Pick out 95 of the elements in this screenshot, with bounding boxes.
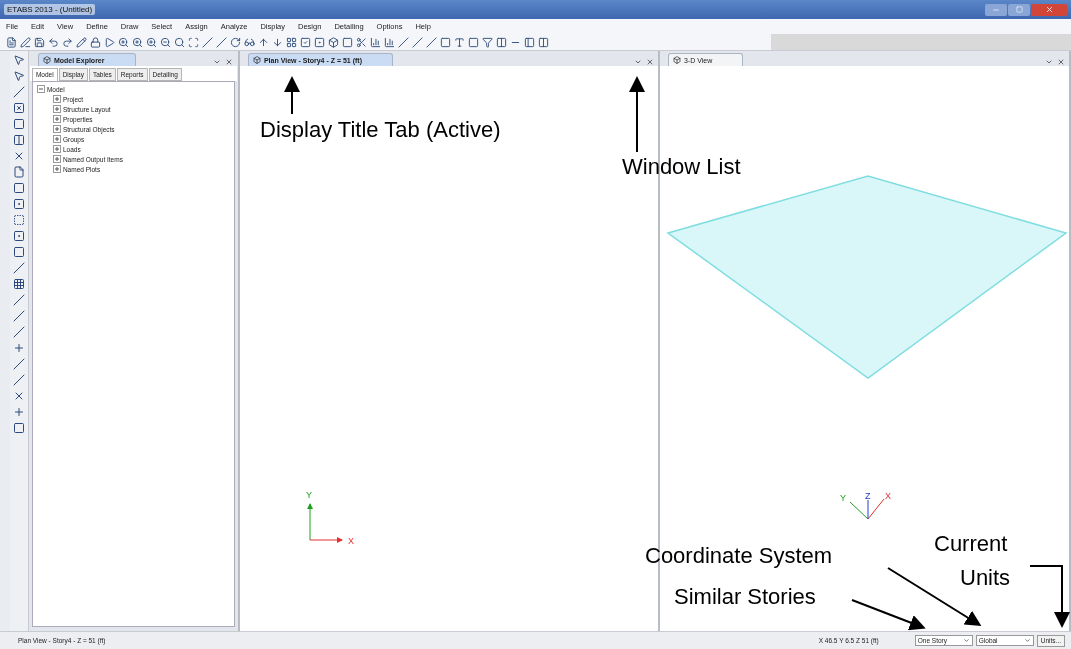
pointer-icon[interactable] (12, 70, 25, 82)
line-icon[interactable] (12, 86, 25, 98)
axis-label: Y (839, 493, 846, 503)
window-title: ETABS 2013 - (Untitled) (4, 4, 96, 15)
expand-icon[interactable] (52, 165, 61, 173)
square-icon[interactable] (468, 36, 479, 48)
callout-label: Similar Stories (674, 584, 816, 610)
collapse-icon[interactable] (36, 85, 45, 93)
square-icon[interactable] (342, 36, 353, 48)
line-icon[interactable] (412, 36, 423, 48)
arrow-up-icon[interactable] (258, 36, 269, 48)
callout-arrow (284, 76, 300, 115)
zoom-in-icon[interactable] (146, 36, 157, 48)
arrow-down-icon[interactable] (272, 36, 283, 48)
expand-icon[interactable] (52, 135, 61, 143)
square-icon[interactable] (440, 36, 451, 48)
new-file-icon[interactable] (6, 36, 17, 48)
axis-label: Y (305, 490, 312, 500)
close-icon[interactable] (224, 58, 233, 66)
close-icon (1044, 5, 1054, 14)
line-icon[interactable] (12, 310, 25, 322)
pencil-icon[interactable] (76, 36, 87, 48)
callout-label: Current (934, 531, 1008, 557)
pen-icon[interactable] (20, 36, 31, 48)
close-icon[interactable] (1057, 58, 1065, 66)
callout-label: Display Title Tab (Active) (260, 117, 501, 143)
line-icon[interactable] (12, 262, 25, 274)
axis-arrows-drawing (849, 498, 885, 520)
axis-arrows-drawing (306, 503, 343, 543)
dropdown-icon[interactable] (633, 58, 642, 66)
dropdown-icon[interactable] (1045, 58, 1053, 66)
plus-icon[interactable] (12, 406, 25, 418)
line-icon[interactable] (12, 326, 25, 338)
panel-icon[interactable] (524, 36, 535, 48)
expand-icon[interactable] (52, 115, 61, 123)
line-icon[interactable] (12, 294, 25, 306)
axis-label: Z (864, 491, 871, 501)
axis-label: X (884, 491, 891, 501)
pointer-icon[interactable] (12, 54, 25, 66)
square-icon[interactable] (12, 182, 25, 194)
cube-icon (42, 56, 51, 64)
axis-label: X (347, 536, 354, 546)
square-icon[interactable] (12, 422, 25, 434)
callout-label: Units (960, 565, 1011, 591)
columns-icon[interactable] (12, 134, 25, 146)
expand-icon[interactable] (52, 155, 61, 163)
line-icon[interactable] (12, 374, 25, 386)
dashed-square-icon[interactable] (12, 214, 25, 226)
zoom-out-icon[interactable] (160, 36, 171, 48)
lock-icon[interactable] (90, 36, 101, 48)
grid-icon[interactable] (286, 36, 297, 48)
text-cursor-icon[interactable] (454, 36, 465, 48)
callout-label: Coordinate System (645, 543, 833, 569)
columns-icon[interactable] (538, 36, 549, 48)
caret-icon (1023, 637, 1031, 644)
line-icon[interactable] (12, 358, 25, 370)
expand-icon[interactable] (52, 145, 61, 153)
cube-icon (252, 56, 261, 64)
checkbox-icon[interactable] (300, 36, 311, 48)
glasses-icon[interactable] (244, 36, 255, 48)
undo-icon[interactable] (48, 36, 59, 48)
search-icon[interactable] (174, 36, 185, 48)
cube-icon[interactable] (328, 36, 339, 48)
columns-icon[interactable] (496, 36, 507, 48)
close-icon[interactable] (645, 58, 654, 66)
square-x-icon[interactable] (12, 102, 25, 114)
dropdown-icon[interactable] (212, 58, 221, 66)
line-icon[interactable] (398, 36, 409, 48)
callout-label: Window List (622, 154, 741, 180)
expand-icon[interactable] (52, 105, 61, 113)
expand-icon[interactable] (52, 95, 61, 103)
maximize-icon (1015, 6, 1023, 13)
file-icon[interactable] (12, 166, 25, 178)
plus-icon[interactable] (12, 342, 25, 354)
bar-chart-icon[interactable] (370, 36, 381, 48)
square-icon[interactable] (12, 246, 25, 258)
scissors-icon[interactable] (356, 36, 367, 48)
zoom-in-icon[interactable] (118, 36, 129, 48)
caret-icon (962, 637, 970, 644)
grid-icon[interactable] (12, 278, 25, 290)
callout-arrow (1029, 565, 1070, 628)
play-icon[interactable] (104, 36, 115, 48)
line-icon[interactable] (202, 36, 213, 48)
rotate-icon[interactable] (230, 36, 241, 48)
zoom-in-icon[interactable] (132, 36, 143, 48)
redo-icon[interactable] (62, 36, 73, 48)
line-icon[interactable] (426, 36, 437, 48)
filter-icon[interactable] (482, 36, 493, 48)
square-icon[interactable] (12, 118, 25, 130)
line-icon[interactable] (216, 36, 227, 48)
cube-icon (672, 56, 681, 64)
expand-icon[interactable] (52, 125, 61, 133)
save-icon[interactable] (34, 36, 45, 48)
bar-chart-icon[interactable] (384, 36, 395, 48)
scan-icon[interactable] (188, 36, 199, 48)
